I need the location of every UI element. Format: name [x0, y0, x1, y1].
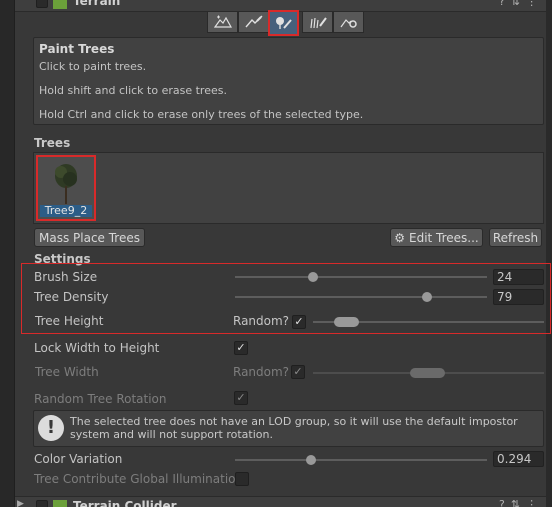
tree-prototype-item[interactable]: Tree9_2	[36, 155, 96, 221]
tree-height-random-label: Random?	[233, 314, 290, 328]
tree-height-label: Tree Height	[35, 314, 104, 328]
random-rotation-checkbox: ✓	[234, 391, 248, 405]
mass-place-trees-button[interactable]: Mass Place Trees	[34, 228, 145, 247]
tree-density-slider-track[interactable]	[235, 296, 487, 298]
collider-header-icons[interactable]: ?⇅⋮	[499, 498, 543, 507]
info-line-1: Click to paint trees.	[39, 60, 147, 73]
tree-height-random-checkbox[interactable]: ✓	[292, 315, 306, 329]
hierarchy-gutter	[0, 0, 14, 507]
brush-size-label: Brush Size	[34, 270, 98, 284]
color-variation-slider-track[interactable]	[235, 459, 487, 461]
tree-width-range-thumb	[410, 368, 445, 378]
collider-enabled-checkbox[interactable]	[36, 500, 48, 507]
edit-trees-button[interactable]: ⚙ Edit Trees...	[390, 228, 483, 247]
more-icon[interactable]: ⋮	[526, 498, 543, 507]
terrain-collider-icon	[53, 500, 67, 507]
info-line-3: Hold Ctrl and click to erase only trees …	[39, 108, 364, 121]
inspector-scrollbar[interactable]	[546, 0, 552, 507]
info-title: Paint Trees	[39, 42, 115, 56]
warning-icon: !	[38, 415, 64, 441]
paint-texture-tool-button[interactable]	[238, 11, 269, 33]
gutter-divider	[14, 0, 15, 507]
tree-height-range-thumb[interactable]	[333, 317, 360, 327]
tree-prototype-list: Tree9_2	[33, 152, 544, 224]
random-rotation-label: Random Tree Rotation	[34, 392, 167, 406]
raise-lower-terrain-tool-button[interactable]	[207, 11, 238, 33]
tree-preview-image	[55, 164, 77, 204]
color-variation-slider-thumb[interactable]	[305, 455, 316, 465]
lock-width-checkbox[interactable]: ✓	[234, 341, 248, 355]
refresh-button[interactable]: Refresh	[489, 228, 542, 247]
paint-details-icon	[309, 17, 327, 29]
lod-warning-text: The selected tree does not have an LOD g…	[70, 415, 518, 441]
tree-density-slider-thumb[interactable]	[421, 292, 432, 302]
brush-size-field[interactable]: 24	[493, 269, 544, 285]
paint-trees-info-panel: Paint Trees Click to paint trees. Hold s…	[33, 37, 544, 125]
contribute-gi-checkbox	[235, 472, 249, 486]
terrain-component-icon	[53, 0, 67, 9]
paint-trees-tool-button[interactable]	[268, 10, 299, 36]
component-header-icons[interactable]: ?⇅⋮	[499, 0, 543, 8]
trees-section-label: Trees	[34, 136, 71, 150]
paint-details-tool-button[interactable]	[302, 11, 333, 33]
lock-width-label: Lock Width to Height	[34, 341, 160, 355]
terrain-settings-icon	[340, 19, 357, 28]
color-variation-label: Color Variation	[34, 452, 123, 466]
component-enabled-checkbox[interactable]	[36, 0, 48, 8]
collider-title: Terrain Collider	[73, 499, 177, 507]
gear-icon: ⚙	[394, 230, 405, 245]
terrain-collider-component-header[interactable]: ▶ Terrain Collider ?⇅⋮	[15, 496, 546, 507]
paint-texture-icon	[244, 15, 262, 28]
more-icon[interactable]: ⋮	[526, 0, 543, 8]
tree-width-random-checkbox: ✓	[291, 365, 305, 379]
tree-prototype-name: Tree9_2	[40, 205, 92, 217]
edit-trees-label: Edit Trees...	[409, 230, 479, 245]
color-variation-field[interactable]: 0.294	[493, 451, 544, 467]
preset-icon[interactable]: ⇅	[511, 0, 526, 8]
foldout-arrow-icon[interactable]: ▶	[17, 499, 24, 507]
tree-width-random-label: Random?	[233, 365, 290, 379]
tree-density-label: Tree Density	[34, 290, 109, 304]
tree-width-label: Tree Width	[35, 365, 99, 379]
raise-terrain-icon	[213, 15, 232, 28]
paint-trees-icon	[275, 17, 292, 29]
contribute-gi-label: Tree Contribute Global Illumination	[34, 472, 244, 486]
help-icon[interactable]: ?	[499, 0, 511, 8]
preset-icon[interactable]: ⇅	[511, 498, 526, 507]
help-icon[interactable]: ?	[499, 498, 511, 507]
terrain-settings-tool-button[interactable]	[333, 11, 364, 33]
terrain-tool-toolbar	[207, 10, 365, 36]
component-title: Terrain	[73, 0, 121, 8]
lod-warning-box: ! The selected tree does not have an LOD…	[33, 410, 544, 447]
tree-density-field[interactable]: 79	[493, 289, 544, 305]
info-line-2: Hold shift and click to erase trees.	[39, 84, 227, 97]
brush-size-slider-track[interactable]	[235, 276, 487, 278]
